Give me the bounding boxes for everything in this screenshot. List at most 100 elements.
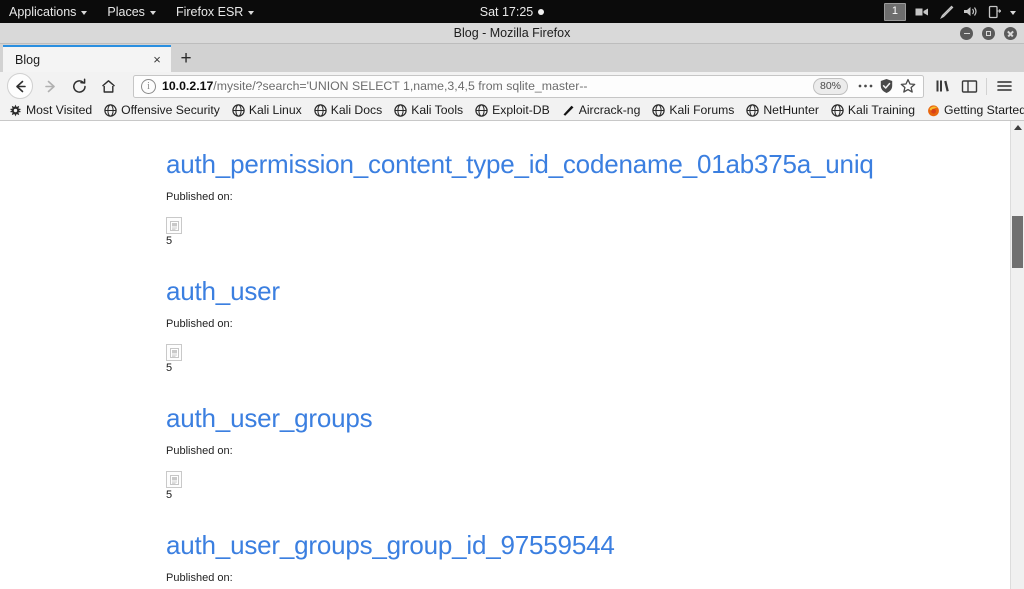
reload-button[interactable] xyxy=(65,74,94,98)
caret-down-icon[interactable] xyxy=(1010,10,1016,15)
bookmark-label: Offensive Security xyxy=(121,103,220,117)
published-label: Published on: xyxy=(166,572,233,584)
window-title: Blog - Mozilla Firefox xyxy=(453,26,571,40)
applications-menu-label: Applications xyxy=(9,4,77,19)
toolbar-divider xyxy=(986,77,987,95)
window-control-buttons xyxy=(960,23,1017,44)
bookmark-label: Kali Docs xyxy=(330,103,383,117)
bookmark-label: Aircrack-ng xyxy=(578,103,641,117)
clock-label: Sat 17:25 xyxy=(479,4,534,19)
forward-button[interactable] xyxy=(36,74,65,98)
published-label: Published on: xyxy=(166,318,233,330)
firefox-esr-menu-label: Firefox ESR xyxy=(175,4,244,19)
url-text: 10.0.2.17/mysite/?search='UNION SELECT 1… xyxy=(162,79,806,93)
url-path: /mysite/?search='UNION SELECT 1,name,3,4… xyxy=(213,79,588,93)
published-label: Published on: xyxy=(166,191,233,203)
places-menu-label: Places xyxy=(107,4,145,19)
bookmark-label: Getting Started xyxy=(944,103,1024,117)
bookmarks-toolbar: Most Visited Offensive Security Kali Lin… xyxy=(0,100,1024,121)
post-title: auth_user xyxy=(166,276,1010,306)
bookmark-kali-docs[interactable]: Kali Docs xyxy=(314,103,389,117)
close-button[interactable] xyxy=(1004,27,1017,40)
post-separator xyxy=(0,248,1010,276)
recording-dot-icon xyxy=(538,8,545,15)
caret-down-icon xyxy=(149,10,156,15)
globe-icon xyxy=(104,103,117,117)
post-title-link[interactable]: auth_permission_content_type_id_codename… xyxy=(166,149,874,179)
star-gear-icon xyxy=(9,104,22,117)
back-button[interactable] xyxy=(7,73,33,99)
bookmark-kali-tools[interactable]: Kali Tools xyxy=(394,103,470,117)
minimize-button[interactable] xyxy=(960,27,973,40)
post-value: 5 xyxy=(166,489,173,501)
shield-icon[interactable] xyxy=(876,76,897,97)
maximize-button[interactable] xyxy=(982,27,995,40)
ellipsis-icon[interactable] xyxy=(855,76,876,97)
scroll-up-arrow-icon[interactable] xyxy=(1011,121,1024,134)
battery-icon[interactable] xyxy=(988,5,1001,19)
globe-icon xyxy=(232,103,245,117)
sidebar-icon[interactable] xyxy=(956,74,982,98)
aircrack-icon xyxy=(562,104,575,117)
home-button[interactable] xyxy=(94,74,123,98)
bookmark-getting-started[interactable]: Getting Started xyxy=(927,103,1024,117)
bookmark-kali-forums[interactable]: Kali Forums xyxy=(652,103,741,117)
star-icon[interactable] xyxy=(897,76,918,97)
post-item: auth_permission_content_type_id_codename… xyxy=(0,149,1010,248)
bookmark-nethunter[interactable]: NetHunter xyxy=(746,103,826,117)
vertical-scrollbar[interactable] xyxy=(1010,121,1024,589)
tab-strip: Blog × + xyxy=(0,44,1024,72)
caret-down-icon xyxy=(81,10,88,15)
post-title-link[interactable]: auth_user_groups xyxy=(166,403,373,433)
page-body: auth_permission_content_type_id_codename… xyxy=(0,121,1010,589)
navigation-toolbar: i 10.0.2.17/mysite/?search='UNION SELECT… xyxy=(0,72,1024,100)
scrollbar-track[interactable] xyxy=(1011,134,1024,589)
bookmark-most-visited[interactable]: Most Visited xyxy=(9,103,99,117)
bookmark-kali-linux[interactable]: Kali Linux xyxy=(232,103,309,117)
tab-blog[interactable]: Blog × xyxy=(3,45,171,72)
bookmark-label: Most Visited xyxy=(26,103,93,117)
video-camera-icon[interactable] xyxy=(915,6,930,18)
scrollbar-thumb[interactable] xyxy=(1012,216,1023,268)
caret-down-icon xyxy=(248,10,255,15)
bookmark-kali-training[interactable]: Kali Training xyxy=(831,103,922,117)
toolbar-right-tools xyxy=(930,74,1017,98)
post-item: auth_user_groups Published on: 5 xyxy=(0,403,1010,502)
bookmark-label: NetHunter xyxy=(763,103,819,117)
globe-icon xyxy=(394,103,407,117)
globe-icon xyxy=(831,103,844,117)
hamburger-menu-icon[interactable] xyxy=(991,74,1017,98)
browser-content-area: auth_permission_content_type_id_codename… xyxy=(0,121,1024,589)
close-icon[interactable]: × xyxy=(149,52,165,68)
panel-menu-firefox-esr[interactable]: Firefox ESR xyxy=(166,0,264,23)
broken-image-icon xyxy=(166,217,182,234)
bookmark-label: Exploit-DB xyxy=(492,103,550,117)
new-tab-button[interactable]: + xyxy=(171,45,201,72)
bookmark-aircrack-ng[interactable]: Aircrack-ng xyxy=(562,103,648,117)
post-title: auth_user_groups_group_id_97559544 xyxy=(166,530,1010,560)
tab-title: Blog xyxy=(15,52,41,67)
post-value: 5 xyxy=(166,235,173,247)
workspace-indicator[interactable]: 1 xyxy=(883,2,906,21)
zoom-level-badge[interactable]: 80% xyxy=(812,77,848,95)
panel-menu-places[interactable]: Places xyxy=(97,0,166,23)
globe-icon xyxy=(314,103,327,117)
post-title-link[interactable]: auth_user xyxy=(166,276,280,306)
post-title: auth_user_groups xyxy=(166,403,1010,433)
window-titlebar: Blog - Mozilla Firefox xyxy=(0,23,1024,44)
pen-icon[interactable] xyxy=(939,5,954,19)
bookmark-offensive-security[interactable]: Offensive Security xyxy=(104,103,227,117)
post-title-link[interactable]: auth_user_groups_group_id_97559544 xyxy=(166,530,615,560)
published-label: Published on: xyxy=(166,445,233,457)
bookmark-label: Kali Tools xyxy=(411,103,464,117)
url-bar[interactable]: i 10.0.2.17/mysite/?search='UNION SELECT… xyxy=(133,74,924,98)
bookmark-exploit-db[interactable]: Exploit-DB xyxy=(475,103,557,117)
page-info-icon[interactable]: i xyxy=(141,78,156,94)
volume-icon[interactable] xyxy=(963,5,979,18)
globe-icon xyxy=(475,103,488,117)
post-separator xyxy=(0,375,1010,403)
globe-icon xyxy=(652,103,666,117)
library-icon[interactable] xyxy=(930,74,956,98)
panel-menu-applications[interactable]: Applications xyxy=(0,0,97,23)
firefox-window: Blog - Mozilla Firefox Blog × + i 10.0.2… xyxy=(0,23,1024,589)
